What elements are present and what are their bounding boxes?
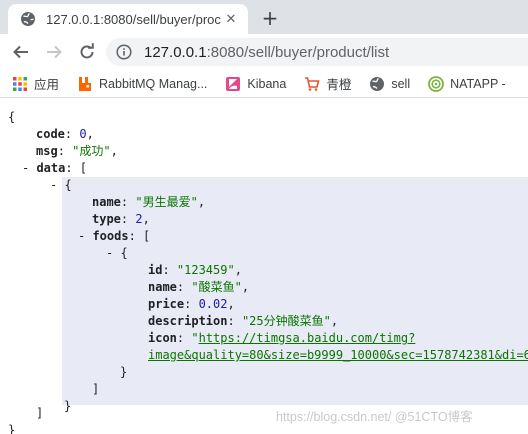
json-value-price: 0.02 [198,297,228,311]
json-line-price: price: 0.02, [148,297,235,311]
bookmark-label: NATAPP - [450,76,506,91]
json-line-food-close: } [120,364,127,381]
json-viewer: { code: 0, msg: "成功", - data: [ - { name… [0,99,528,434]
json-value-type: 2 [135,212,143,226]
globe-icon [21,12,35,26]
json-key-type: type [92,212,121,226]
json-line-msg: msg: "成功", [36,144,118,158]
collapse-toggle-food[interactable]: - [106,246,120,260]
json-key-msg: msg [36,144,58,158]
json-value-code: 0 [79,127,87,141]
bookmark-label: Kibana [247,76,287,91]
kibana-icon [226,76,241,91]
globe-icon [370,76,385,91]
json-line-foods-close: ] [92,382,100,396]
food-close-brace: } [120,365,128,379]
url-text: 127.0.0.1:8080/sell/buyer/product/list [144,44,389,61]
reload-button[interactable] [74,39,100,65]
address-bar[interactable]: 127.0.0.1:8080/sell/buyer/product/list [106,38,528,66]
json-line-item-open: - { [50,178,72,192]
json-value-description: "25分钟酸菜鱼" [241,314,331,328]
root-open-brace: { [8,110,16,124]
browser-tab-active[interactable]: 127.0.0.1:8080/sell/buyer/proc ✕ [8,4,248,34]
watermark: https://blog.csdn.net/ @51CTO博客 [276,410,473,424]
json-line-root-close: } [8,422,15,434]
collapse-toggle-data[interactable]: - [22,161,36,175]
json-line-data: - data: [ [22,161,88,175]
bookmark-natapp[interactable]: NATAPP - [428,75,506,92]
bookmarks-bar: 应用 RabbitMQ Manag... Kibana 青橙 sell NATA… [0,70,528,98]
root-close-brace: } [8,423,16,434]
rabbitmq-icon [79,76,92,91]
icon-url-link[interactable]: https://timgsa.baidu.com/timg? [199,331,416,345]
back-button[interactable] [8,39,34,65]
json-key-id: id [148,263,163,277]
json-line-icon: icon: "https://timgsa.baidu.com/timg? [148,331,416,345]
json-line-id: id: "123459", [148,263,242,277]
json-line-description: description: "25分钟酸菜鱼", [148,314,339,328]
reload-icon [80,43,94,59]
json-value-food-name: "酸菜鱼" [191,280,242,294]
json-key-foods: foods [92,229,129,243]
bookmark-kibana[interactable]: Kibana [225,76,286,92]
json-line-data-close: ] [36,406,44,420]
bookmark-label: 应用 [34,78,60,92]
browser-toolbar: 127.0.0.1:8080/sell/buyer/product/list [0,34,528,70]
json-key-price: price [148,297,185,311]
qingcheng-cart-icon [305,76,320,91]
bookmark-label: RabbitMQ Manag... [99,76,208,91]
json-key-name: name [92,195,121,209]
bookmark-label: 青橙 [326,78,352,92]
bookmark-sell[interactable]: sell [369,76,410,92]
tab-title: 127.0.0.1:8080/sell/buyer/proc [46,11,221,27]
json-line-name: name: "男生最爱", [92,195,206,209]
json-key-icon: icon [148,331,177,345]
forward-button[interactable] [41,39,67,65]
bookmark-qingcheng[interactable]: 青橙 [304,74,351,93]
json-value-msg: "成功" [72,144,111,158]
arrow-right-icon [47,45,62,59]
bookmark-rabbitmq[interactable]: RabbitMQ Manag... [77,76,207,92]
url-path: :8080/sell/buyer/product/list [206,43,390,61]
collapse-toggle-foods[interactable]: - [78,229,92,243]
apps-grid-icon [13,76,27,91]
json-key-data: data [36,161,66,175]
json-line-foods: - foods: [ [78,229,151,243]
new-tab-plus-icon[interactable]: + [258,6,282,30]
bookmark-label: sell [391,76,411,91]
bookmark-apps[interactable]: 应用 [12,74,59,93]
json-line-code: code: 0, [36,127,94,141]
json-value-id: "123459" [176,263,235,277]
arrow-left-icon [13,45,28,59]
json-key-food-name: name [148,280,177,294]
close-tab-icon[interactable]: ✕ [222,10,240,28]
item-close-brace: } [64,399,72,413]
json-line-root-open: { [8,109,15,126]
natapp-icon [428,75,445,92]
info-icon[interactable] [116,44,132,60]
tab-strip: 127.0.0.1:8080/sell/buyer/proc ✕ + [0,0,528,34]
json-value-name: "男生最爱" [135,195,198,209]
json-line-item-close: } [64,398,71,415]
json-key-description: description [148,314,228,328]
collapse-toggle-item[interactable]: - [50,178,64,192]
json-line-food-open: - { [106,246,128,260]
json-line-icon-cont: image&quality=80&size=b9999_10000&sec=15… [148,347,528,364]
json-key-code: code [36,127,65,141]
url-host: 127.0.0.1 [144,43,207,61]
json-line-food-name: name: "酸菜鱼", [148,280,250,294]
icon-url-link-continued[interactable]: image&quality=80&size=b9999_10000&sec=15… [148,348,528,362]
json-line-type: type: 2, [92,212,150,226]
